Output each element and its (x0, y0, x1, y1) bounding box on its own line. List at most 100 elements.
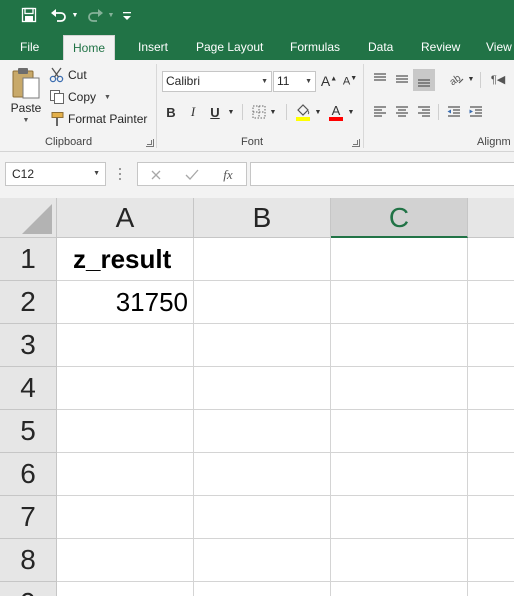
name-box-dropdown-icon[interactable]: ▼ (93, 163, 100, 185)
bold-button[interactable]: B (162, 102, 180, 122)
cell-d8[interactable] (468, 539, 514, 582)
middle-align-button[interactable] (392, 69, 412, 89)
cell-b1[interactable] (194, 238, 331, 281)
cell-b9[interactable] (194, 582, 331, 596)
cell-a7[interactable] (57, 496, 194, 539)
name-box[interactable]: C12 ▼ (5, 162, 106, 186)
borders-button[interactable] (250, 102, 268, 122)
column-header-b[interactable]: B (194, 198, 331, 238)
customize-quick-access-icon[interactable] (120, 4, 134, 26)
row-header-2[interactable]: 2 (0, 281, 57, 324)
cell-c4[interactable] (331, 367, 468, 410)
column-header-d[interactable] (468, 198, 514, 238)
tab-insert[interactable]: Insert (136, 35, 170, 60)
row-header-9[interactable]: 9 (0, 582, 57, 596)
increase-font-size-button[interactable]: A▲ (320, 71, 338, 91)
cancel-icon[interactable] (146, 166, 166, 184)
align-left-button[interactable] (370, 102, 390, 122)
cell-d4[interactable] (468, 367, 514, 410)
align-right-button[interactable] (414, 102, 434, 122)
tab-home[interactable]: Home (63, 35, 116, 60)
cell-c7[interactable] (331, 496, 468, 539)
paste-dropdown-icon[interactable]: ▼ (23, 117, 30, 124)
cell-b8[interactable] (194, 539, 331, 582)
paste-button[interactable]: Paste ▼ (8, 66, 44, 134)
cell-c1[interactable] (331, 238, 468, 281)
borders-dropdown-icon[interactable]: ▼ (268, 102, 278, 122)
italic-button[interactable]: I (184, 102, 202, 122)
save-icon[interactable] (18, 4, 40, 26)
font-name-select[interactable]: Calibri ▼ (162, 71, 272, 92)
decrease-indent-button[interactable] (444, 102, 464, 122)
row-header-1[interactable]: 1 (0, 238, 57, 281)
format-painter-button[interactable]: Format Painter (49, 109, 147, 129)
cell-d7[interactable] (468, 496, 514, 539)
redo-dropdown-icon[interactable]: ▼ (106, 4, 116, 26)
cell-b4[interactable] (194, 367, 331, 410)
row-header-4[interactable]: 4 (0, 367, 57, 410)
row-header-3[interactable]: 3 (0, 324, 57, 367)
cell-d2[interactable] (468, 281, 514, 324)
cell-c2[interactable] (331, 281, 468, 324)
clipboard-launcher-icon[interactable] (146, 139, 154, 147)
cell-a8[interactable] (57, 539, 194, 582)
cell-d3[interactable] (468, 324, 514, 367)
orientation-dropdown-icon[interactable]: ▼ (466, 69, 476, 89)
cell-c6[interactable] (331, 453, 468, 496)
orientation-button[interactable]: ab (446, 69, 466, 89)
copy-button[interactable]: Copy ▼ (49, 87, 111, 107)
redo-icon[interactable] (84, 4, 106, 26)
copy-dropdown-icon[interactable]: ▼ (104, 94, 111, 101)
row-header-6[interactable]: 6 (0, 453, 57, 496)
cell-d5[interactable] (468, 410, 514, 453)
cell-a2[interactable]: 31750 (57, 281, 194, 324)
formula-bar-resize-handle[interactable] (119, 168, 122, 180)
row-header-8[interactable]: 8 (0, 539, 57, 582)
enter-icon[interactable] (182, 166, 202, 184)
cell-d9[interactable] (468, 582, 514, 596)
cell-c3[interactable] (331, 324, 468, 367)
cell-d1[interactable] (468, 238, 514, 281)
tab-data[interactable]: Data (366, 35, 395, 60)
font-size-select[interactable]: 11 ▼ (273, 71, 316, 92)
formula-input[interactable] (250, 162, 514, 186)
decrease-font-size-button[interactable]: A▼ (341, 71, 359, 91)
cell-b6[interactable] (194, 453, 331, 496)
font-color-button[interactable]: A (327, 102, 345, 122)
cell-a4[interactable] (57, 367, 194, 410)
undo-icon[interactable] (48, 4, 70, 26)
row-header-7[interactable]: 7 (0, 496, 57, 539)
tab-page-layout[interactable]: Page Layout (194, 35, 265, 60)
cell-c5[interactable] (331, 410, 468, 453)
cell-c9[interactable] (331, 582, 468, 596)
cell-a5[interactable] (57, 410, 194, 453)
cut-button[interactable]: Cut (49, 65, 87, 85)
column-header-a[interactable]: A (57, 198, 194, 238)
cell-b7[interactable] (194, 496, 331, 539)
underline-button[interactable]: U (206, 102, 224, 122)
font-launcher-icon[interactable] (352, 139, 360, 147)
insert-function-button[interactable]: fx (218, 166, 238, 184)
bottom-align-button[interactable] (413, 69, 435, 91)
font-color-dropdown-icon[interactable]: ▼ (346, 102, 356, 122)
tab-formulas[interactable]: Formulas (288, 35, 342, 60)
undo-dropdown-icon[interactable]: ▼ (70, 4, 80, 26)
cell-d6[interactable] (468, 453, 514, 496)
cell-a6[interactable] (57, 453, 194, 496)
tab-view[interactable]: View (484, 35, 514, 60)
tab-file[interactable]: File (18, 35, 41, 60)
increase-indent-button[interactable] (466, 102, 486, 122)
underline-dropdown-icon[interactable]: ▼ (226, 102, 236, 122)
align-center-button[interactable] (392, 102, 412, 122)
fill-color-dropdown-icon[interactable]: ▼ (313, 102, 323, 122)
cell-b2[interactable] (194, 281, 331, 324)
cell-b3[interactable] (194, 324, 331, 367)
tab-review[interactable]: Review (419, 35, 462, 60)
cell-a3[interactable] (57, 324, 194, 367)
cell-b5[interactable] (194, 410, 331, 453)
top-align-button[interactable] (370, 69, 390, 89)
row-header-5[interactable]: 5 (0, 410, 57, 453)
select-all-button[interactable] (0, 198, 57, 238)
cell-a9[interactable] (57, 582, 194, 596)
fill-color-button[interactable] (294, 102, 312, 122)
